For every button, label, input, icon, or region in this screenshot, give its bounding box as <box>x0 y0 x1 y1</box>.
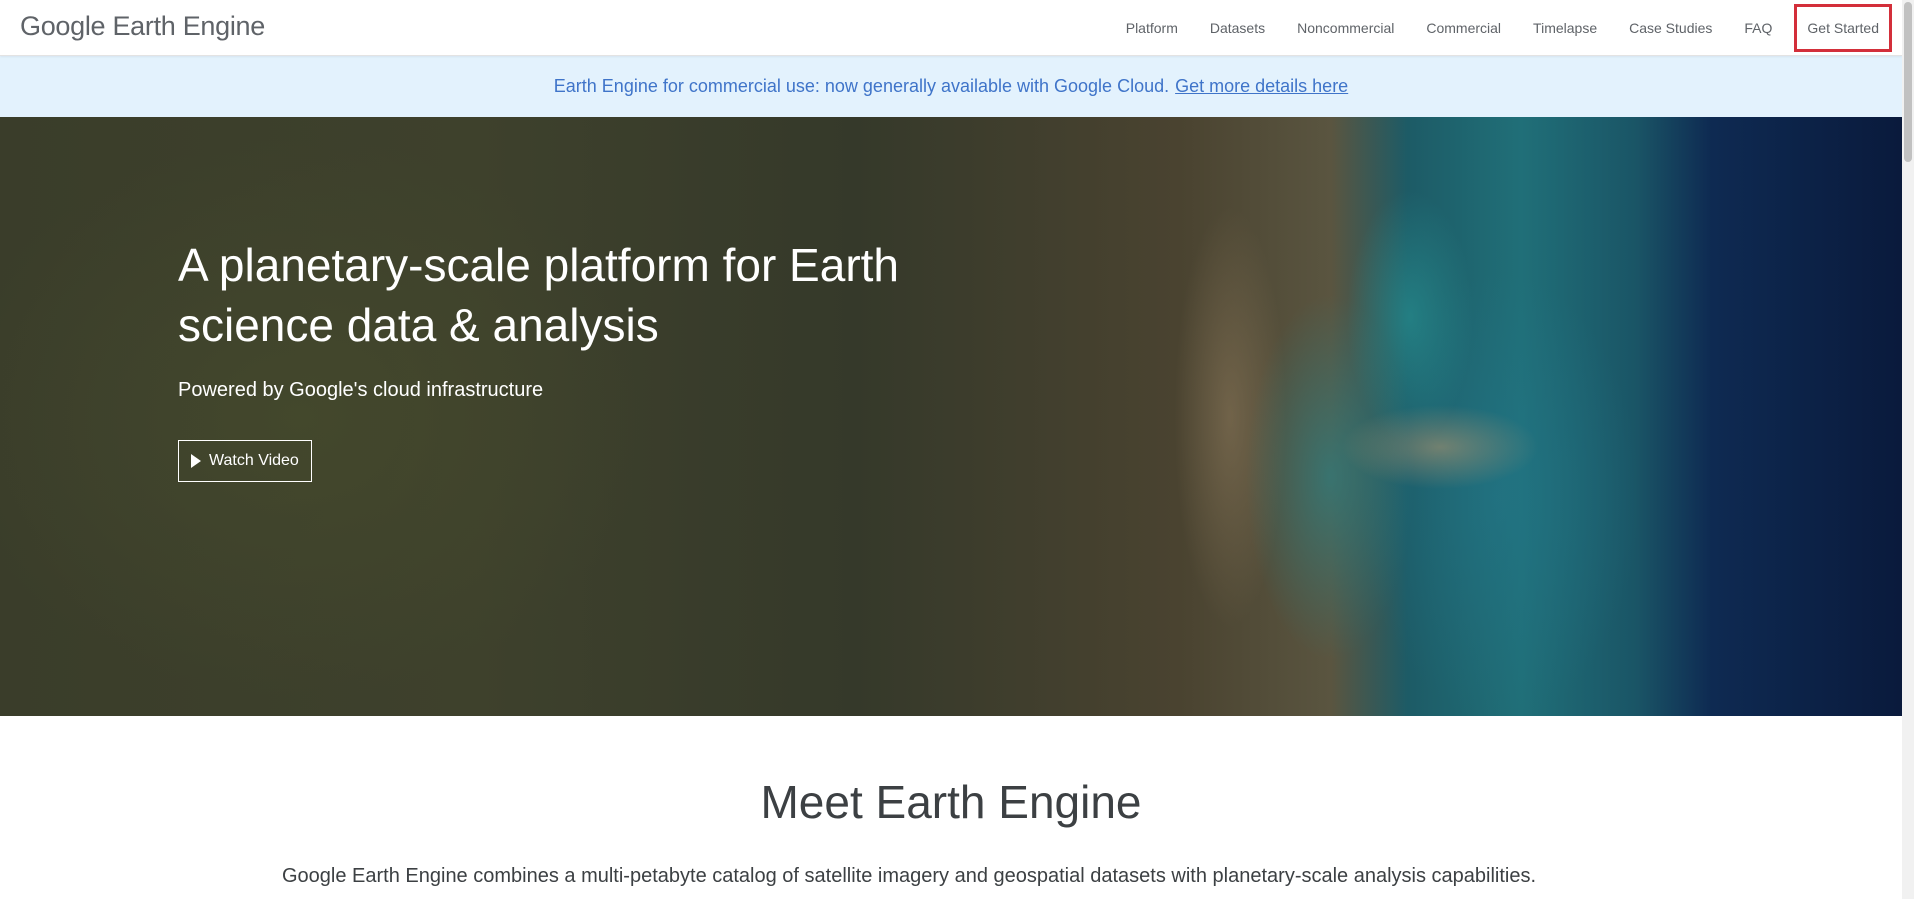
hero-section: A planetary-scale platform for Earth sci… <box>0 117 1902 716</box>
nav-noncommercial[interactable]: Noncommercial <box>1297 20 1394 36</box>
top-nav: Platform Datasets Noncommercial Commerci… <box>1110 0 1892 55</box>
hero-title: A planetary-scale platform for Earth sci… <box>178 239 899 351</box>
scrollbar-thumb[interactable] <box>1904 2 1912 162</box>
nav-case-studies[interactable]: Case Studies <box>1629 20 1712 36</box>
watch-video-button[interactable]: Watch Video <box>178 440 312 482</box>
logo-google-text: Google <box>20 11 106 41</box>
site-header: Google Earth Engine Platform Datasets No… <box>0 0 1902 56</box>
nav-platform[interactable]: Platform <box>1126 20 1178 36</box>
play-icon <box>191 454 201 468</box>
banner-text: Earth Engine for commercial use: now gen… <box>553 76 1170 96</box>
nav-faq[interactable]: FAQ <box>1744 20 1772 36</box>
nav-commercial[interactable]: Commercial <box>1426 20 1501 36</box>
hero-subtitle: Powered by Google's cloud infrastructure <box>178 379 544 401</box>
watch-video-label: Watch Video <box>209 452 299 469</box>
logo-product-text: Earth Engine <box>112 11 265 41</box>
meet-section-title: Meet Earth Engine <box>760 776 1142 828</box>
get-started-button[interactable]: Get Started <box>1794 3 1892 52</box>
announcement-banner: Earth Engine for commercial use: now gen… <box>0 56 1902 117</box>
nav-timelapse[interactable]: Timelapse <box>1533 20 1597 36</box>
page: Google Earth Engine Platform Datasets No… <box>0 0 1902 899</box>
meet-section-body: Google Earth Engine combines a multi-pet… <box>282 865 1537 887</box>
banner-details-link[interactable]: Get more details here <box>1175 76 1348 97</box>
page-scrollbar[interactable] <box>1902 0 1914 899</box>
google-earth-engine-logo[interactable]: Google Earth Engine <box>20 11 265 42</box>
nav-datasets[interactable]: Datasets <box>1210 20 1265 36</box>
